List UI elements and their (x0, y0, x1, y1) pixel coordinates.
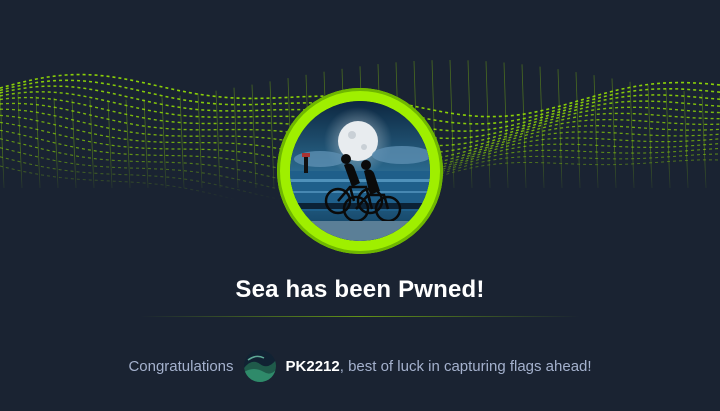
divider (140, 316, 580, 317)
page-title: Sea has been Pwned! (235, 276, 485, 303)
username[interactable]: PK2212 (286, 358, 340, 375)
cyclists-moon-icon (290, 101, 430, 241)
avatar[interactable] (243, 350, 276, 382)
congratulations-suffix: , best of luck in capturing flags ahead! (339, 357, 592, 375)
congratulations-message: Congratulations PK2212 , best of luck in… (0, 350, 720, 382)
congratulations-label: Congratulations (128, 357, 234, 375)
achievement-badge (277, 88, 443, 254)
